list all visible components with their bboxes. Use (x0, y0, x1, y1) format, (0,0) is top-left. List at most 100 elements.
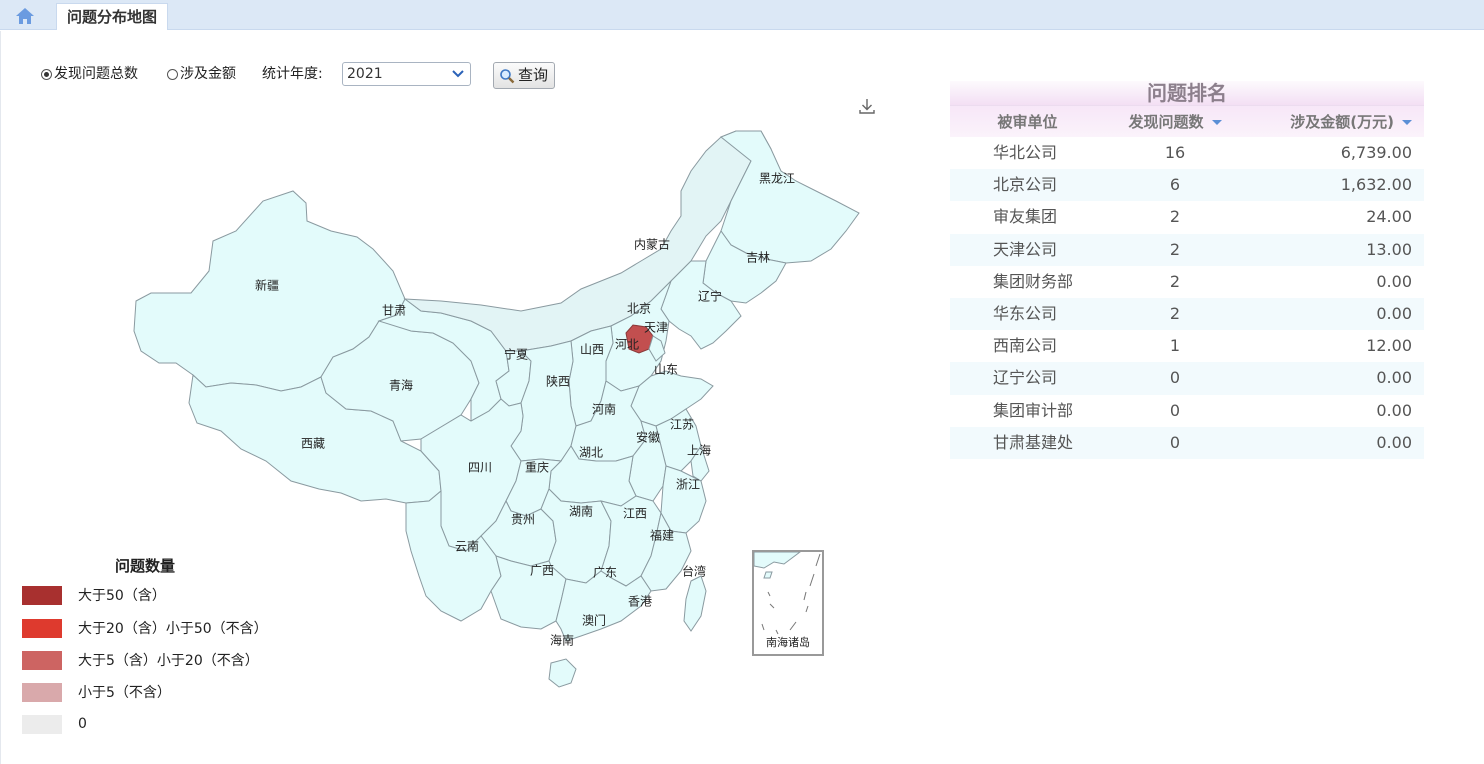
label-taiwan: 台湾 (681, 564, 707, 579)
label-fujian: 福建 (649, 528, 675, 543)
year-select[interactable]: 2021 (342, 62, 471, 86)
cell-amount: 6,739.00 (1340, 143, 1412, 162)
label-jilin: 吉林 (745, 250, 771, 265)
table-row[interactable]: 甘肃基建处 0 0.00 (950, 426, 1424, 459)
legend-label: 大于20（含）小于50（不含） (78, 621, 268, 637)
province-hainan[interactable] (548, 658, 577, 688)
ranking-title: 问题排名 (950, 81, 1424, 105)
legend-label: 大于5（含）小于20（不含） (78, 653, 259, 669)
label-hunan: 湖南 (568, 504, 594, 519)
search-icon (500, 69, 515, 84)
label-chongqing: 重庆 (524, 460, 550, 475)
china-map[interactable] (121, 91, 861, 691)
table-row[interactable]: 集团财务部 2 0.00 (950, 266, 1424, 298)
cell-amount: 0.00 (1376, 400, 1412, 420)
radio-button-checked[interactable] (41, 68, 52, 80)
radio-total-count[interactable]: 发现问题总数 (41, 64, 138, 84)
cell-count: 0 (1169, 368, 1181, 388)
label-beijing: 北京 (626, 301, 652, 316)
legend-swatch (22, 714, 62, 734)
label-heilongjiang: 黑龙江 (758, 171, 796, 186)
sort-down-icon[interactable] (1211, 120, 1222, 125)
label-ningxia: 宁夏 (503, 347, 529, 362)
radio-button[interactable] (167, 68, 178, 80)
south-sea-inset: 南海诸岛 (752, 550, 824, 656)
cell-amount: 24.00 (1366, 207, 1412, 227)
home-icon[interactable] (14, 6, 36, 26)
label-jiangsu: 江苏 (669, 417, 695, 432)
cell-count: 2 (1169, 303, 1181, 323)
legend-item[interactable]: 大于50（含） (22, 585, 166, 605)
label-hongkong: 香港 (627, 594, 653, 609)
legend-item[interactable]: 0 (22, 714, 87, 734)
legend-item[interactable]: 小于5（不含） (22, 682, 171, 702)
table-row[interactable]: 天津公司 2 13.00 (950, 233, 1424, 266)
label-nanhai: 南海诸岛 (766, 636, 810, 649)
cell-unit: 审友集团 (993, 207, 1058, 227)
legend-item[interactable]: 大于20（含）小于50（不含） (22, 618, 268, 638)
radio-amount[interactable]: 涉及金额 (167, 64, 236, 84)
header-count-label: 发现问题数 (1128, 113, 1204, 131)
label-shanghai: 上海 (686, 443, 712, 458)
label-guizhou: 贵州 (510, 512, 536, 527)
label-xinjiang: 新疆 (254, 278, 280, 293)
cell-unit: 辽宁公司 (993, 368, 1058, 388)
table-row[interactable]: 华东公司 2 0.00 (950, 297, 1424, 331)
radio-amount-label: 涉及金额 (180, 66, 236, 82)
cell-amount: 0.00 (1376, 432, 1412, 452)
label-shandong: 山东 (653, 362, 679, 377)
province-taiwan[interactable] (683, 575, 707, 632)
ranking-body: 华北公司 16 6,739.00 北京公司 6 1,632.00 审友集团 2 … (950, 137, 1424, 459)
cell-unit: 华北公司 (993, 143, 1058, 162)
table-row[interactable]: 华北公司 16 6,739.00 (950, 137, 1424, 169)
legend-swatch (22, 618, 62, 638)
table-row[interactable]: 辽宁公司 0 0.00 (950, 362, 1424, 395)
label-sichuan: 四川 (467, 460, 493, 475)
label-macau: 澳门 (581, 613, 607, 628)
legend-swatch (22, 650, 62, 670)
cell-count: 2 (1169, 271, 1181, 291)
cell-unit: 甘肃基建处 (993, 432, 1074, 452)
cell-amount: 12.00 (1366, 336, 1412, 356)
label-tianjin: 天津 (643, 320, 669, 335)
header-count[interactable]: 发现问题数 (1105, 106, 1245, 137)
ranking-header: 被审单位 发现问题数 涉及金额(万元) (950, 105, 1424, 137)
label-henan: 河南 (591, 402, 617, 417)
province-heilongjiang[interactable] (720, 130, 860, 264)
header-amount[interactable]: 涉及金额(万元) (1245, 106, 1424, 137)
table-row[interactable]: 审友集团 2 24.00 (950, 201, 1424, 233)
cell-unit: 华东公司 (993, 303, 1058, 323)
label-neimenggu: 内蒙古 (633, 237, 671, 252)
legend-item[interactable]: 大于5（含）小于20（不含） (22, 650, 259, 670)
tab-problem-map[interactable]: 问题分布地图 (56, 3, 169, 30)
cell-unit: 天津公司 (993, 239, 1058, 259)
cell-amount: 13.00 (1366, 239, 1412, 259)
cell-count: 2 (1169, 239, 1181, 259)
table-row[interactable]: 北京公司 6 1,632.00 (950, 169, 1424, 202)
sort-down-icon[interactable] (1402, 120, 1412, 125)
label-guangdong: 广东 (592, 565, 618, 580)
label-anhui: 安徽 (635, 430, 661, 445)
cell-count: 0 (1169, 400, 1181, 420)
label-hainan: 海南 (549, 633, 575, 648)
query-button[interactable]: 查询 (493, 62, 555, 89)
cell-amount: 0.00 (1376, 271, 1412, 291)
cell-amount: 1,632.00 (1340, 175, 1412, 195)
label-hebei: 河北 (614, 337, 640, 352)
year-select-value: 2021 (347, 66, 383, 82)
tab-bar: 问题分布地图 (0, 0, 1484, 30)
cell-unit: 西南公司 (993, 336, 1058, 356)
label-liaoning: 辽宁 (697, 289, 723, 304)
label-shaanxi: 陕西 (545, 374, 571, 389)
legend-label: 大于50（含） (78, 588, 166, 604)
table-row[interactable]: 西南公司 1 12.00 (950, 330, 1424, 362)
table-row[interactable]: 集团审计部 0 0.00 (950, 395, 1424, 427)
main-content: 发现问题总数 涉及金额 统计年度: 2021 查询 黑龙江 内蒙古 吉林 辽宁 … (0, 31, 1484, 764)
header-amount-label: 涉及金额(万元) (1290, 113, 1394, 131)
legend-label: 小于5（不含） (78, 685, 171, 701)
year-label: 统计年度: (262, 66, 323, 82)
cell-amount: 0.00 (1376, 303, 1412, 323)
label-yunnan: 云南 (454, 539, 480, 554)
label-jiangxi: 江西 (622, 506, 648, 521)
legend-swatch (22, 682, 62, 702)
